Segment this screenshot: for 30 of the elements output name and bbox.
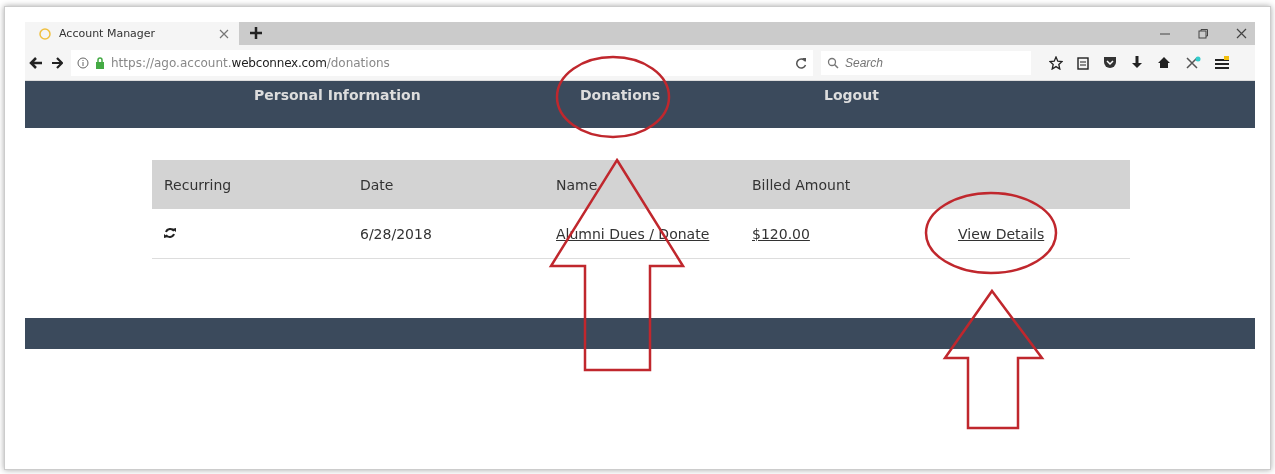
view-details-link[interactable]: View Details — [958, 225, 1045, 242]
nav-link[interactable]: Personal Information — [248, 81, 427, 104]
forward-icon[interactable] — [51, 56, 63, 69]
lock-icon — [95, 56, 105, 69]
close-icon[interactable] — [1236, 28, 1247, 39]
nav-link[interactable]: Donations — [574, 81, 667, 104]
tools-icon[interactable] — [1185, 55, 1201, 70]
column-header: Date — [360, 176, 394, 193]
pocket-icon[interactable] — [1103, 56, 1117, 69]
column-header: Billed Amount — [752, 176, 851, 193]
new-tab-icon[interactable] — [249, 26, 263, 40]
nav-link[interactable]: Logout — [818, 81, 885, 104]
star-icon[interactable] — [1049, 55, 1063, 70]
menu-icon[interactable] — [1215, 55, 1229, 70]
recurring-icon — [164, 226, 176, 239]
restore-icon[interactable] — [1198, 28, 1208, 39]
reload-icon[interactable] — [795, 56, 807, 69]
home-icon[interactable] — [1157, 56, 1171, 69]
search-field[interactable]: Search — [821, 50, 1031, 75]
address-bar[interactable]: https://ago.account.webconnex.com/donations — [71, 49, 813, 76]
info-icon[interactable] — [77, 56, 89, 69]
download-icon[interactable] — [1131, 55, 1143, 70]
column-header: Recurring — [164, 176, 232, 193]
column-header: Name — [556, 176, 598, 193]
back-icon[interactable] — [29, 56, 43, 69]
clipboard-icon[interactable] — [1077, 55, 1089, 70]
close-icon[interactable] — [219, 28, 229, 39]
browser-tab[interactable]: Account Manager — [25, 22, 239, 45]
table-cell: 6/28/2018 — [360, 225, 432, 242]
amount-link[interactable]: $120.00 — [752, 225, 810, 242]
